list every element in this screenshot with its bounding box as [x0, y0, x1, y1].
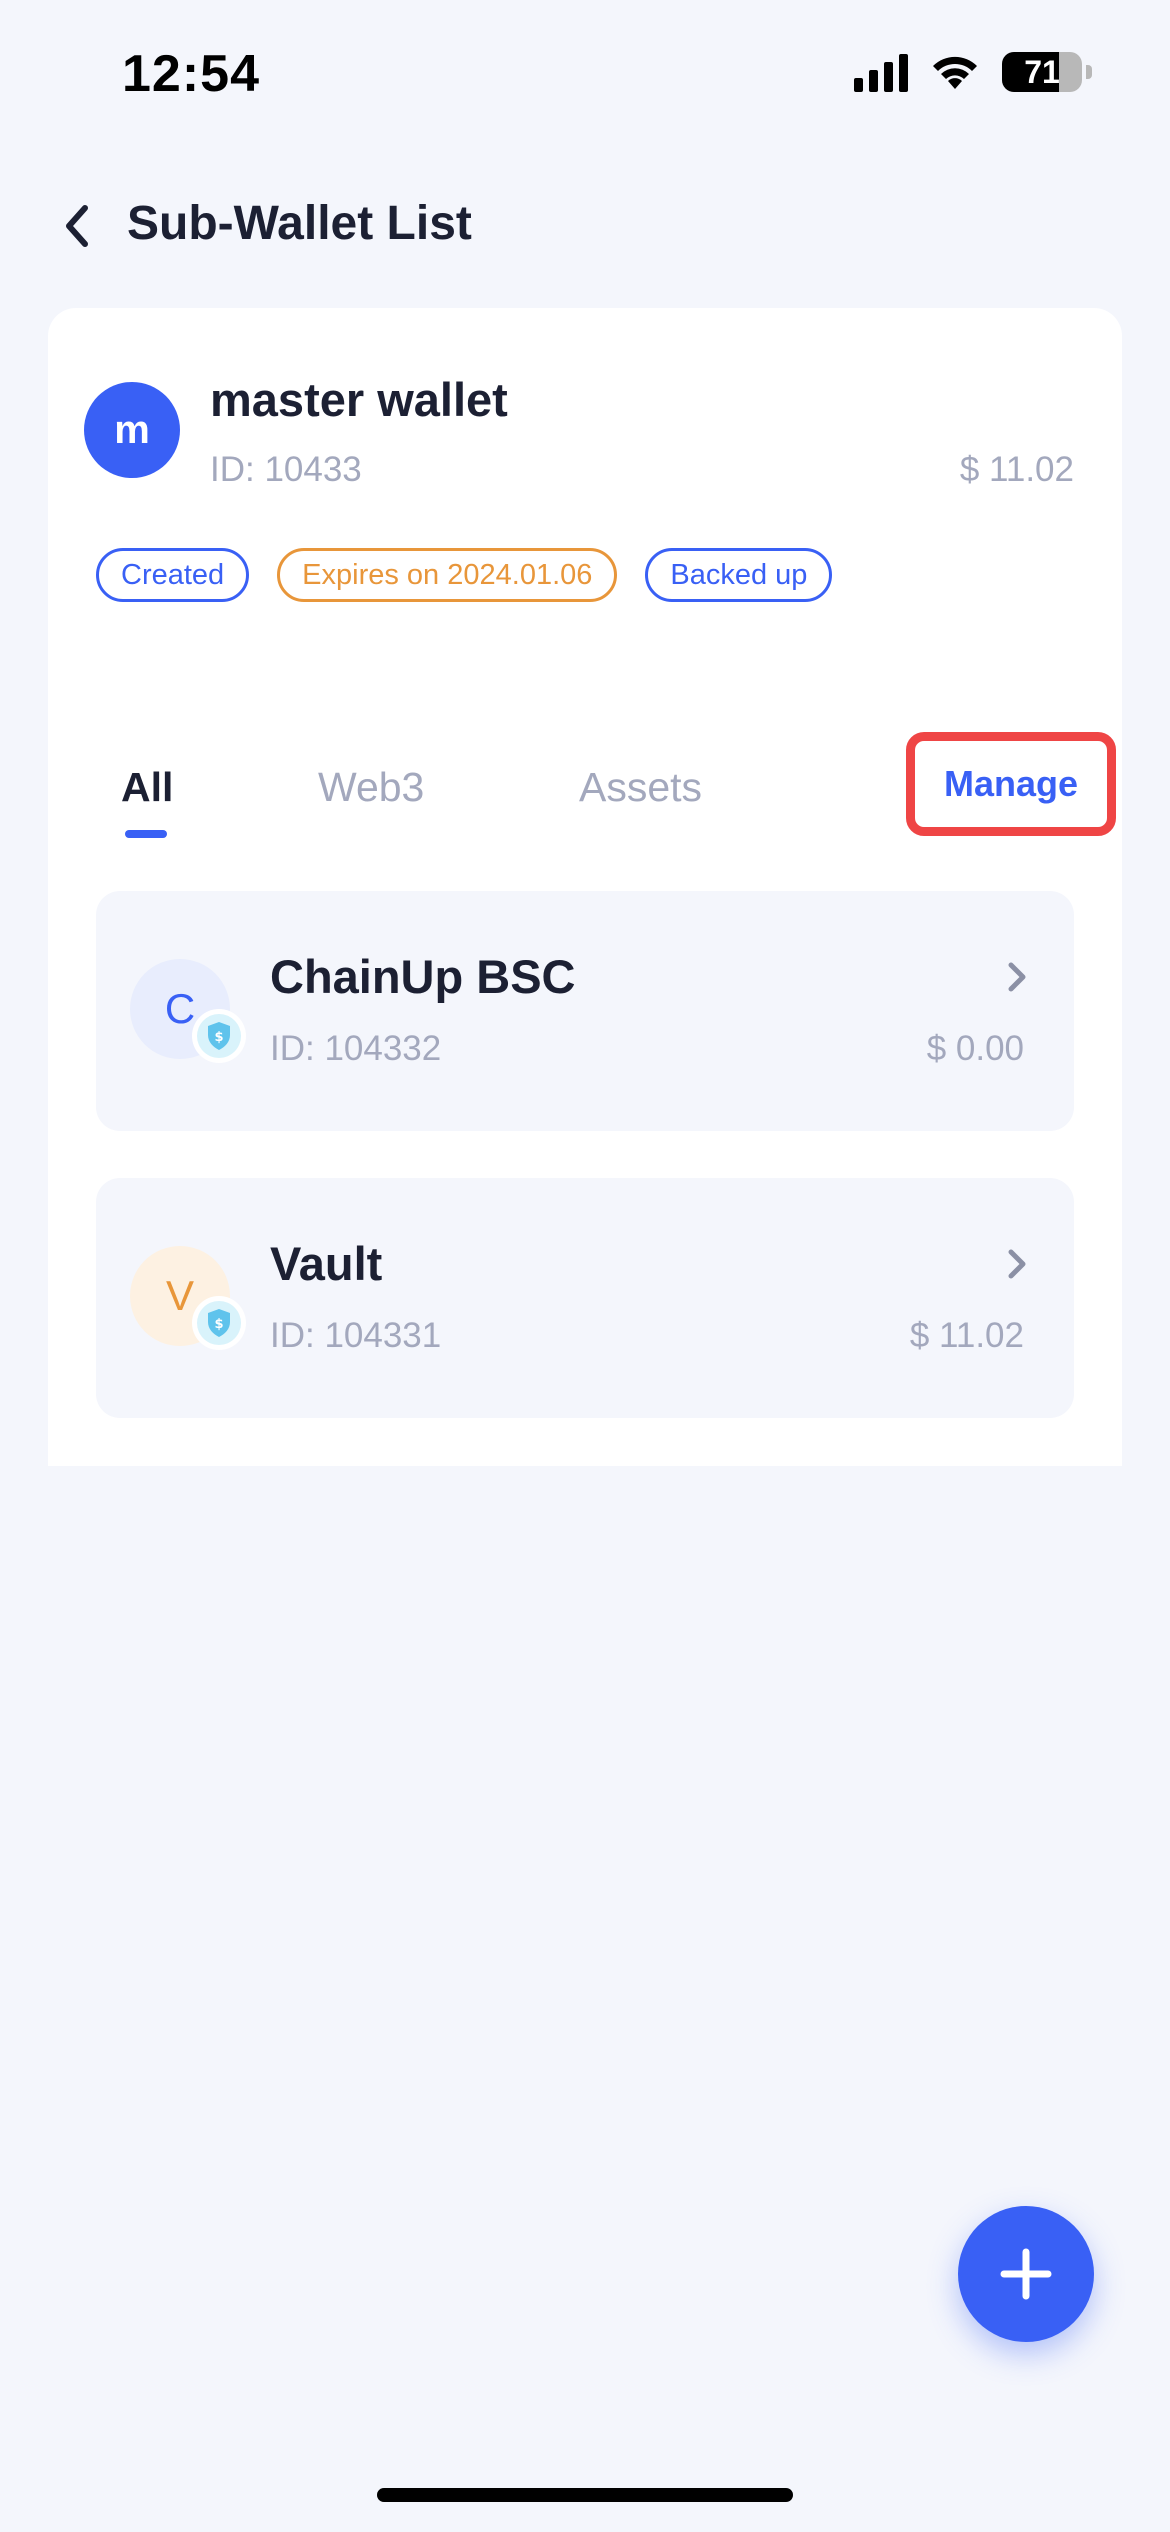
plus-icon — [1000, 2248, 1052, 2300]
status-icons: 71 — [854, 52, 1092, 92]
manage-button[interactable]: Manage — [906, 732, 1116, 836]
master-wallet-balance: $ 11.02 — [959, 450, 1074, 489]
list-item[interactable]: C $ ChainUp BSC ID: 104332 $ 0.00 — [96, 891, 1074, 1131]
svg-text:$: $ — [214, 1317, 223, 1332]
shield-dollar-icon: $ — [192, 1009, 246, 1063]
tag-created: Created — [96, 548, 250, 602]
status-time: 12:54 — [122, 45, 260, 103]
tag-expires: Expires on 2024.01.06 — [277, 548, 618, 602]
nav-bar: Sub-Wallet List — [0, 190, 1170, 260]
tab-web3[interactable]: Web3 — [318, 764, 424, 811]
chevron-right-icon — [1008, 1249, 1026, 1279]
master-wallet-name: master wallet — [210, 373, 508, 426]
master-wallet-id: ID: 10433 — [210, 450, 362, 489]
wallet-balance: $ 0.00 — [926, 1029, 1024, 1068]
tab-all[interactable]: All — [121, 764, 173, 811]
add-wallet-button[interactable] — [958, 2206, 1094, 2342]
page-title: Sub-Wallet List — [127, 197, 472, 250]
wallet-id: ID: 104331 — [270, 1316, 442, 1355]
wallet-card: m master wallet ID: 10433 $ 11.02 Create… — [48, 308, 1122, 1466]
wallet-id: ID: 104332 — [270, 1029, 442, 1068]
list-item[interactable]: V $ Vault ID: 104331 $ 11.02 — [96, 1178, 1074, 1418]
wallet-balance: $ 11.02 — [909, 1316, 1024, 1355]
wifi-icon — [933, 56, 977, 89]
status-tags: Created Expires on 2024.01.06 Backed up — [96, 548, 833, 602]
tab-active-indicator — [125, 830, 167, 838]
screen: 12:54 71 Sub-Wallet List m master wallet… — [0, 0, 1170, 2532]
svg-text:$: $ — [214, 1030, 223, 1045]
chevron-left-icon — [66, 205, 88, 247]
battery-percent: 71 — [1024, 54, 1060, 90]
back-button[interactable] — [52, 198, 102, 254]
tag-backed-up: Backed up — [645, 548, 833, 602]
wallet-name: Vault — [270, 1237, 383, 1290]
wallet-name: ChainUp BSC — [270, 950, 576, 1003]
home-indicator[interactable] — [377, 2488, 793, 2502]
tab-assets[interactable]: Assets — [579, 764, 702, 811]
master-avatar: m — [84, 382, 180, 478]
battery-icon: 71 — [1002, 52, 1082, 92]
cellular-signal-icon — [854, 52, 908, 92]
shield-dollar-icon: $ — [192, 1296, 246, 1350]
battery-tip — [1086, 65, 1092, 79]
chevron-right-icon — [1008, 962, 1026, 992]
